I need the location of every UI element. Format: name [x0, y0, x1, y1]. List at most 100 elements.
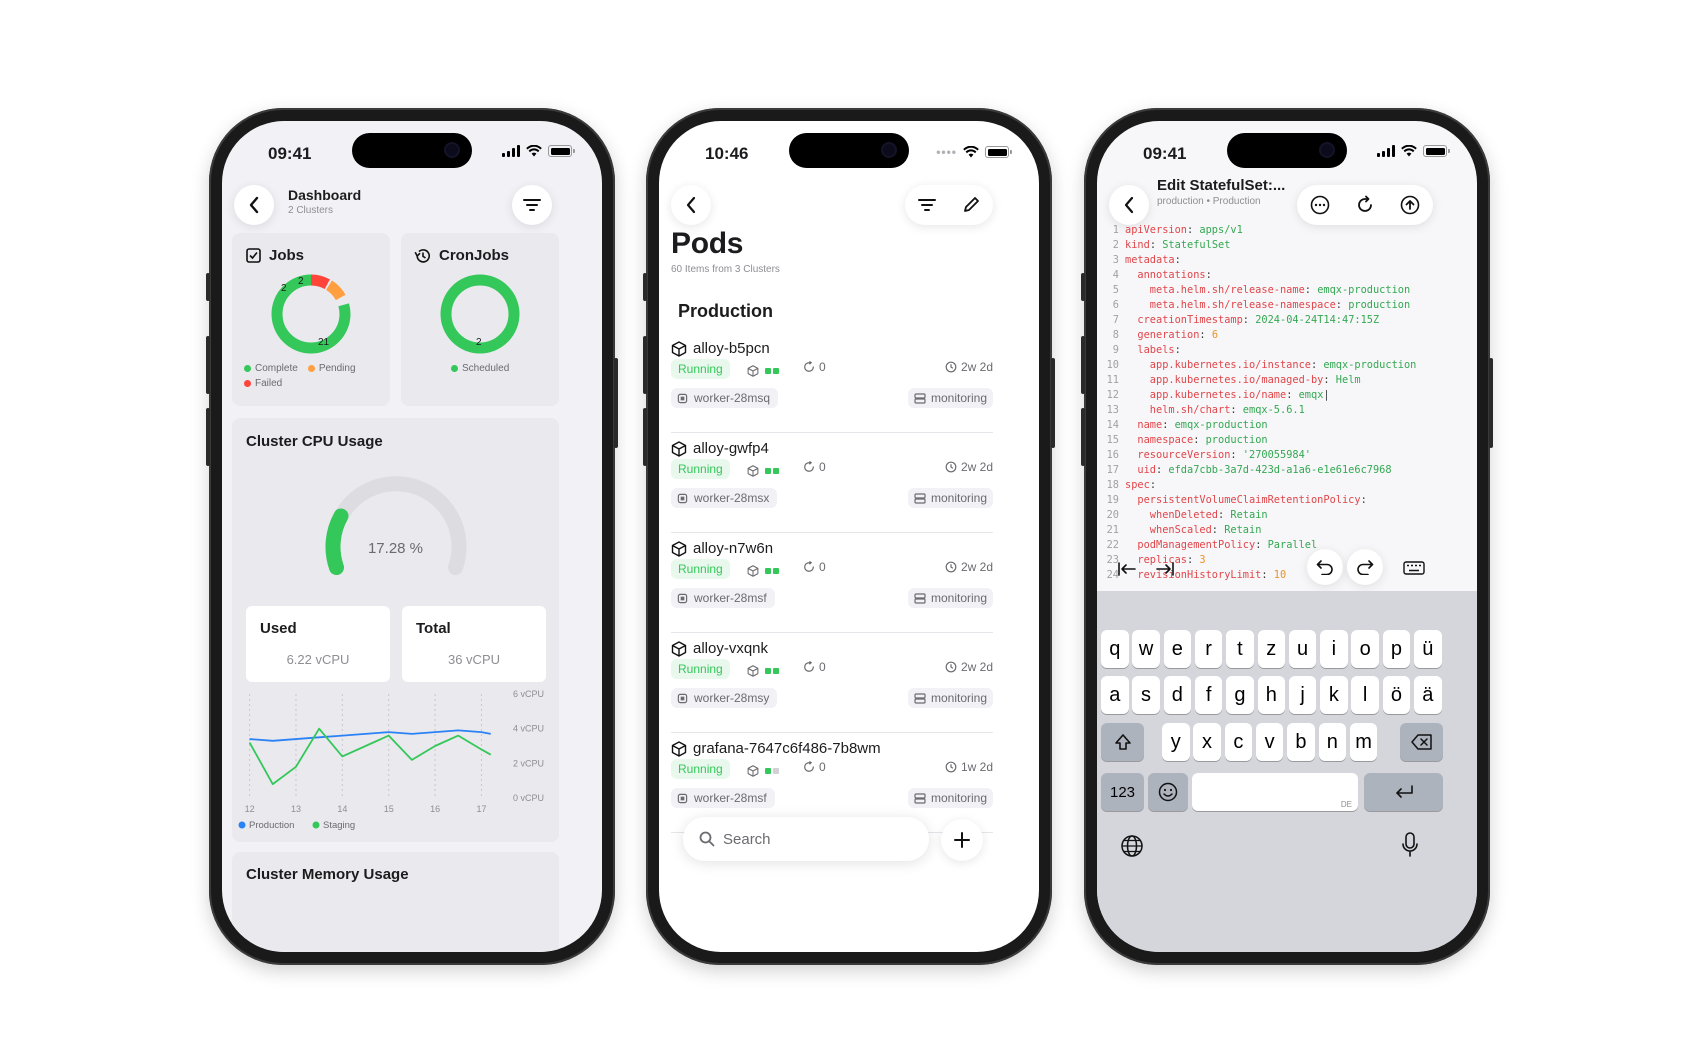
microphone-icon[interactable]	[1401, 832, 1419, 858]
back-button[interactable]	[671, 185, 711, 225]
page-title: Pods	[671, 227, 744, 260]
return-key[interactable]	[1364, 773, 1443, 811]
line-number: 21	[1106, 524, 1119, 536]
upload-icon[interactable]	[1400, 195, 1420, 215]
delete-key[interactable]	[1400, 723, 1443, 761]
numbers-key[interactable]: 123	[1101, 773, 1144, 811]
clock-icon	[945, 461, 957, 473]
key-a[interactable]: a	[1101, 676, 1129, 714]
back-button[interactable]	[1109, 185, 1149, 225]
code-token: :	[1162, 419, 1175, 431]
pod-row[interactable]: alloy-gwfp4 Running 0 2w 2d worker-28msx moni…	[671, 433, 993, 533]
code-line: 2 kind: StatefulSet	[1103, 238, 1473, 253]
key-l[interactable]: l	[1351, 676, 1379, 714]
pod-row[interactable]: alloy-vxqnk Running 0 2w 2d worker-28msy moni…	[671, 633, 993, 733]
key-e[interactable]: e	[1163, 630, 1192, 668]
code-line: 4 annotations:	[1103, 268, 1473, 283]
key-w[interactable]: w	[1132, 630, 1160, 668]
cpu-usage-card[interactable]: Cluster CPU Usage 17.28 % Used 6.22 vCPU…	[232, 418, 559, 842]
memory-usage-card[interactable]: Cluster Memory Usage	[232, 852, 559, 952]
reload-icon[interactable]	[1355, 195, 1375, 215]
cellular-signal-icon	[1377, 145, 1395, 157]
code-token: Parallel	[1267, 539, 1318, 551]
code-line: 8 generation: 6	[1103, 328, 1473, 343]
key-h[interactable]: h	[1257, 676, 1285, 714]
key-d[interactable]: d	[1163, 676, 1192, 714]
key-r[interactable]: r	[1194, 630, 1223, 668]
history-icon	[414, 248, 430, 263]
redo-button[interactable]	[1347, 549, 1383, 585]
pod-cube-icon	[671, 341, 687, 357]
shift-key[interactable]	[1101, 723, 1144, 761]
undo-button[interactable]	[1307, 549, 1343, 585]
key-q[interactable]: q	[1101, 630, 1129, 668]
pod-row[interactable]: alloy-b5pcn Running 0 2w 2d worker-28msq moni…	[671, 333, 993, 433]
key-m[interactable]: m	[1349, 723, 1378, 761]
key-z[interactable]: z	[1257, 630, 1285, 668]
key-v[interactable]: v	[1255, 723, 1284, 761]
pod-row[interactable]: alloy-n7w6n Running 0 2w 2d worker-28msf moni…	[671, 533, 993, 633]
code-line: 3 metadata:	[1103, 253, 1473, 268]
indent-increase-icon[interactable]	[1155, 561, 1175, 577]
line-number: 6	[1112, 299, 1119, 311]
key-j[interactable]: j	[1288, 676, 1317, 714]
key-ö[interactable]: ö	[1382, 676, 1411, 714]
pod-namespace-chip: monitoring	[907, 688, 993, 708]
cpu-chip-icon	[677, 493, 688, 503]
showcase-stage: 09:41 Dashboard 2 Clusters Jobs 2 2 21 C…	[0, 0, 1700, 1063]
code-token: :	[1242, 314, 1256, 326]
code-token: efda7cbb-3a7d-423d-a1a6-e1e61e6c7968	[1168, 464, 1392, 476]
line-number: 17	[1106, 464, 1119, 476]
code-line: 21 whenScaled: Retain	[1103, 523, 1473, 538]
code-token: emqx-production	[1174, 419, 1268, 431]
restart-icon	[804, 761, 814, 772]
cpu-chip-icon	[677, 693, 688, 703]
add-button[interactable]	[941, 819, 983, 861]
code-token: :	[1335, 299, 1349, 311]
wifi-icon	[526, 145, 542, 157]
key-c[interactable]: c	[1224, 723, 1253, 761]
pod-containers	[747, 565, 779, 577]
filter-button[interactable]	[512, 185, 552, 225]
code-token: :	[1230, 449, 1243, 461]
key-i[interactable]: i	[1320, 630, 1348, 668]
keyboard-dismiss-icon[interactable]	[1403, 561, 1425, 577]
key-ä[interactable]: ä	[1414, 676, 1442, 714]
emoji-key[interactable]	[1148, 773, 1188, 811]
filter-icon[interactable]	[918, 198, 936, 212]
code-token: emqx	[1298, 389, 1324, 401]
key-s[interactable]: s	[1132, 676, 1160, 714]
key-b[interactable]: b	[1287, 723, 1315, 761]
key-u[interactable]: u	[1288, 630, 1317, 668]
section-header: Production	[678, 301, 773, 321]
key-t[interactable]: t	[1226, 630, 1254, 668]
back-button[interactable]	[234, 185, 274, 225]
key-ü[interactable]: ü	[1414, 630, 1442, 668]
restart-icon	[804, 361, 814, 372]
globe-icon[interactable]	[1120, 834, 1144, 858]
cronjobs-card[interactable]: CronJobs 2 Scheduled	[401, 233, 559, 406]
key-p[interactable]: p	[1382, 630, 1411, 668]
pod-restarts: 0	[803, 460, 826, 474]
key-o[interactable]: o	[1351, 630, 1379, 668]
search-icon	[699, 831, 715, 847]
key-k[interactable]: k	[1320, 676, 1348, 714]
pod-containers	[747, 665, 779, 677]
key-x[interactable]: x	[1193, 723, 1221, 761]
pod-restarts: 0	[803, 360, 826, 374]
space-key[interactable]: DE	[1192, 773, 1358, 811]
yaml-editor[interactable]: 1 apiVersion: apps/v1 2 kind: StatefulSet 3 m…	[1103, 223, 1473, 583]
key-n[interactable]: n	[1318, 723, 1346, 761]
key-y[interactable]: y	[1162, 723, 1190, 761]
jobs-card[interactable]: Jobs 2 2 21 Complete Pending Failed	[232, 233, 390, 406]
line-number: 18	[1106, 479, 1119, 491]
indent-decrease-icon[interactable]	[1117, 561, 1137, 577]
x-tick-label: 17	[476, 804, 486, 814]
more-icon[interactable]	[1310, 195, 1330, 215]
clock-icon	[945, 661, 957, 673]
search-bar[interactable]: Search	[683, 817, 929, 861]
edit-icon[interactable]	[962, 196, 980, 214]
key-g[interactable]: g	[1226, 676, 1254, 714]
key-f[interactable]: f	[1194, 676, 1223, 714]
code-token: :	[1156, 464, 1169, 476]
